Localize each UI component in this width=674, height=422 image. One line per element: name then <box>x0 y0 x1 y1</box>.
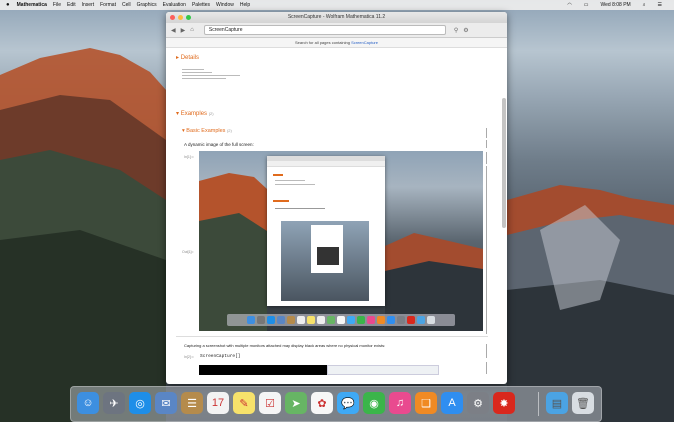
contacts-icon[interactable]: ☰ <box>181 392 203 414</box>
window-toolbar: ◀ ▶ ⌂ ScreenCapture ⚲ ⚙ <box>166 23 507 38</box>
cell-bracket[interactable] <box>484 152 487 164</box>
system-preferences-icon[interactable]: ⚙ <box>467 392 489 414</box>
minimize-window-button[interactable] <box>178 15 183 20</box>
menu-bar: ● Mathematica File Edit Insert Format Ce… <box>0 0 674 10</box>
example2-in-label: In[2]:= <box>184 355 194 359</box>
vertical-scrollbar[interactable] <box>502 98 506 228</box>
wifi-icon[interactable]: ◠ <box>567 2 571 8</box>
menu-extras: ◠ ▭ Wed 8:08 PM ⌕ ☰ <box>561 0 668 10</box>
zoom-window-button[interactable] <box>186 15 191 20</box>
cell-bracket[interactable] <box>484 344 487 358</box>
example2-text: Capturing a screenshot with multiple mon… <box>184 343 386 348</box>
search-hint-term[interactable]: ScreenCapture <box>351 40 378 45</box>
close-window-button[interactable] <box>170 15 175 20</box>
spotlight-icon[interactable]: ⌕ <box>643 2 646 8</box>
menu-cell[interactable]: Cell <box>122 2 131 8</box>
window-title: ScreenCapture - Wolfram Mathematica 11.2 <box>287 14 386 20</box>
cell-bracket[interactable] <box>484 140 487 148</box>
captured-dock <box>227 314 455 326</box>
menu-format[interactable]: Format <box>100 2 116 8</box>
photos-icon[interactable]: ✿ <box>311 392 333 414</box>
trash-icon[interactable]: 🗑 <box>572 392 594 414</box>
messages-icon[interactable]: 💬 <box>337 392 359 414</box>
dock: ☺ ✈ ◎ ✉ ☰ 17 ✎ ☑ ➤ ✿ 💬 ◉ ♫ ❑ A ⚙ ✸ ▤ 🗑 <box>70 386 602 422</box>
captured-strip <box>327 365 439 375</box>
itunes-icon[interactable]: ♫ <box>389 392 411 414</box>
search-icon[interactable]: ⚲ <box>454 27 458 34</box>
cell-bracket[interactable] <box>484 166 487 334</box>
menu-file[interactable]: File <box>53 2 61 8</box>
menu-evaluation[interactable]: Evaluation <box>163 2 186 8</box>
safari-icon[interactable]: ◎ <box>129 392 151 414</box>
mathematica-icon[interactable]: ✸ <box>493 392 515 414</box>
menu-window[interactable]: Window <box>216 2 234 8</box>
search-hint-prefix: Search for all pages containing <box>295 40 350 45</box>
example1-in-label: In[1]:= <box>184 155 194 159</box>
menu-insert[interactable]: Insert <box>82 2 95 8</box>
menu-help[interactable]: Help <box>240 2 250 8</box>
reminders-icon[interactable]: ☑ <box>259 392 281 414</box>
examples-heading[interactable]: ▾ Examples (2) <box>176 110 214 117</box>
details-heading[interactable]: ▸ Details <box>176 54 199 61</box>
forward-icon[interactable]: ▶ <box>181 27 186 34</box>
menu-graphics[interactable]: Graphics <box>137 2 157 8</box>
window-titlebar[interactable]: ScreenCapture - Wolfram Mathematica 11.2 <box>166 12 507 23</box>
nested-window <box>267 156 385 306</box>
appstore-icon[interactable]: A <box>441 392 463 414</box>
example1-text: A dynamic image of the full screen: <box>184 142 254 147</box>
mail-icon[interactable]: ✉ <box>155 392 177 414</box>
downloads-folder-icon[interactable]: ▤ <box>546 392 568 414</box>
menu-palettes[interactable]: Palettes <box>192 2 210 8</box>
menu-edit[interactable]: Edit <box>67 2 76 8</box>
example1-out-label: Out[1]= <box>182 250 194 254</box>
apple-menu-icon[interactable]: ● <box>6 2 10 8</box>
details-text <box>182 67 242 81</box>
nested-capture <box>281 221 369 301</box>
settings-icon[interactable]: ⚙ <box>463 27 468 34</box>
notification-center-icon[interactable]: ☰ <box>658 2 662 8</box>
cell-bracket[interactable] <box>484 362 487 374</box>
menu-app-name[interactable]: Mathematica <box>17 2 47 8</box>
notes-icon[interactable]: ✎ <box>233 392 255 414</box>
home-icon[interactable]: ⌂ <box>190 27 194 33</box>
maps-icon[interactable]: ➤ <box>285 392 307 414</box>
battery-icon[interactable]: ▭ <box>584 2 589 8</box>
finder-icon[interactable]: ☺ <box>77 392 99 414</box>
black-screen-area <box>199 365 327 375</box>
basic-examples-heading[interactable]: ▾ Basic Examples (2) <box>182 128 232 134</box>
launchpad-icon[interactable]: ✈ <box>103 392 125 414</box>
calendar-icon[interactable]: 17 <box>207 392 229 414</box>
clock[interactable]: Wed 8:08 PM <box>601 2 631 8</box>
ibooks-icon[interactable]: ❑ <box>415 392 437 414</box>
dock-separator <box>538 392 539 416</box>
search-suggestion[interactable]: Search for all pages containing ScreenCa… <box>166 38 507 48</box>
facetime-icon[interactable]: ◉ <box>363 392 385 414</box>
back-icon[interactable]: ◀ <box>171 27 176 34</box>
divider <box>176 336 488 337</box>
cell-bracket[interactable] <box>484 128 487 138</box>
url-field[interactable]: ScreenCapture <box>203 25 446 35</box>
dynamic-screen-capture-image <box>199 151 483 331</box>
documentation-window: ScreenCapture - Wolfram Mathematica 11.2… <box>166 12 507 384</box>
example2-code[interactable]: ScreenCapture[] <box>200 354 241 359</box>
